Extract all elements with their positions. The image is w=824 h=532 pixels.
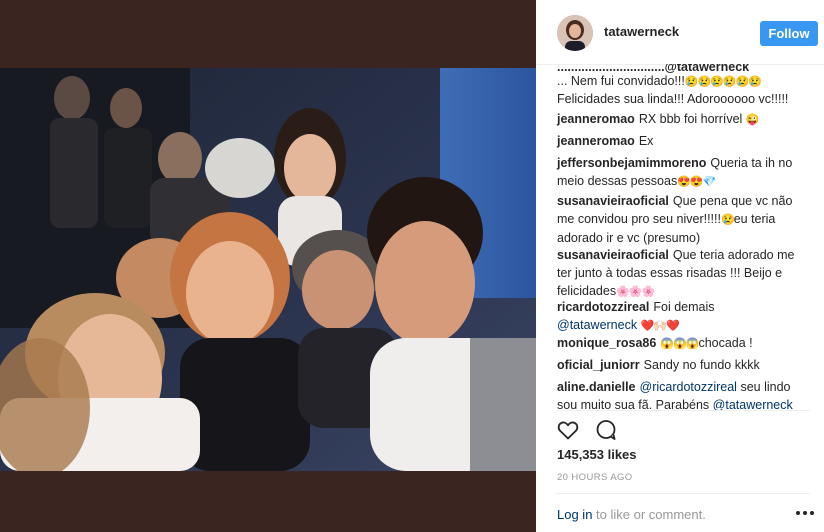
comment-text: ... Nem fui convidado!!!	[557, 74, 685, 88]
list-item: ... Nem fui convidado!!!😢😢😢😢😢😢	[557, 72, 807, 91]
post-timestamp[interactable]: 20 HOURS AGO	[557, 472, 633, 483]
avatar[interactable]	[557, 15, 593, 51]
emoji: 😱😱😱	[660, 338, 699, 350]
post-photo[interactable]	[0, 68, 536, 471]
more-options-icon[interactable]	[794, 506, 816, 520]
comment-username[interactable]: oficial_juniorr	[557, 358, 640, 372]
comment-text: Foi demais	[653, 300, 715, 314]
comment-username[interactable]: jeanneromao	[557, 134, 635, 148]
emoji: 😍😍💎	[677, 176, 716, 188]
divider	[556, 410, 810, 411]
username-link[interactable]: tatawerneck	[604, 24, 679, 39]
login-link[interactable]: Log in	[557, 507, 592, 522]
list-item: Felicidades sua linda!!! Adoroooooo vc!!…	[557, 90, 807, 108]
post-header: tatawerneck Follow	[536, 0, 824, 65]
list-item: jeffersonbejamimmoreno Queria ta ih no me…	[557, 154, 807, 191]
comment-text: Sandy no fundo kkkk	[643, 358, 760, 372]
comment-username[interactable]: aline.danielle	[557, 380, 636, 394]
emoji: 😢😢😢😢😢😢	[684, 76, 762, 88]
emoji: 🌸🌸🌸	[616, 286, 655, 298]
follow-button[interactable]: Follow	[760, 21, 818, 46]
emoji: ❤️🙌🏻❤️	[640, 320, 680, 332]
list-item: monique_rosa86 😱😱😱chocada !	[557, 334, 807, 353]
list-item: jeanneromao RX bbb foi horrível 😜	[557, 110, 807, 129]
list-item: jeanneromao Ex	[557, 132, 807, 150]
comments-list[interactable]: ...............................@tatawern…	[536, 64, 824, 414]
heart-icon[interactable]	[556, 418, 582, 444]
comment-text: chocada !	[698, 336, 753, 350]
avatar-image	[557, 15, 593, 51]
comment-username[interactable]: monique_rosa86	[557, 336, 656, 350]
list-item: oficial_juniorr Sandy no fundo kkkk	[557, 356, 807, 374]
emoji: 😜	[745, 114, 760, 126]
comment-username[interactable]: jeanneromao	[557, 112, 635, 126]
comment-text: Ex	[638, 134, 654, 148]
divider	[556, 493, 810, 494]
list-item: susanavieiraoficial Que pena que vc não m…	[557, 192, 807, 247]
comment-username[interactable]: jeffersonbejamimmoreno	[557, 156, 706, 170]
list-item: aline.danielle @ricardotozzireal seu lind…	[557, 378, 807, 414]
photo-backdrop	[0, 0, 536, 532]
mention-link[interactable]: @tatawerneck	[557, 318, 637, 332]
login-suffix: to like or comment.	[592, 507, 706, 522]
comment-bubble-icon[interactable]	[594, 418, 620, 444]
mention-link[interactable]: @ricardotozzireal	[640, 380, 737, 394]
group-selfie-photo	[0, 68, 536, 471]
login-prompt: Log in to like or comment.	[557, 507, 706, 522]
post-side-panel: tatawerneck Follow .....................…	[536, 0, 824, 532]
emoji: 😢	[720, 214, 735, 226]
post-actions	[556, 418, 636, 444]
comment-username[interactable]: susanavieiraoficial	[557, 194, 669, 208]
list-item: susanavieiraoficial Que teria adorado me …	[557, 246, 807, 301]
comment-text: RX bbb foi horrível	[638, 112, 743, 126]
list-item: ricardotozzireal Foi demais @tatawerneck ❤…	[557, 298, 807, 335]
comment-username[interactable]: susanavieiraoficial	[557, 248, 669, 262]
comment-text: Felicidades sua linda!!! Adoroooooo vc!!…	[557, 92, 789, 106]
likes-count[interactable]: 145,353 likes	[557, 447, 637, 462]
comment-username[interactable]: ricardotozzireal	[557, 300, 649, 314]
